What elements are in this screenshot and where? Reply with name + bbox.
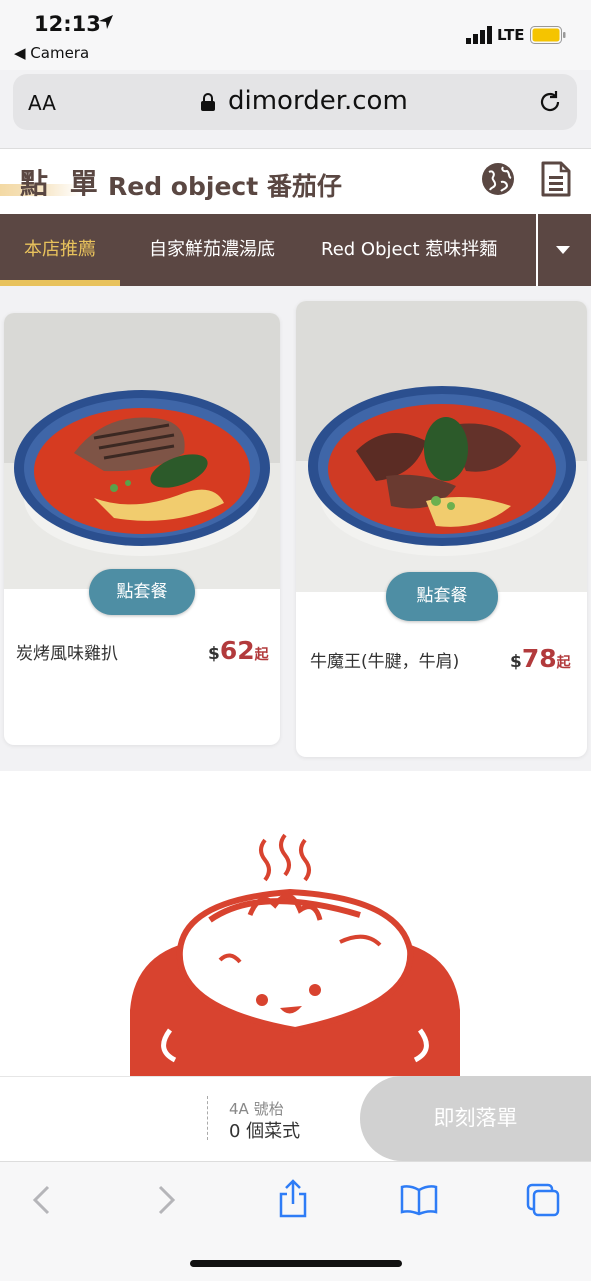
product-photo-chicken[interactable]: [4, 313, 280, 589]
price-suffix: 起: [254, 647, 269, 663]
home-indicator: [190, 1260, 402, 1267]
add-set-meal-button[interactable]: 點套餐: [386, 572, 498, 621]
order-list-icon[interactable]: [541, 161, 571, 197]
tabs-icon[interactable]: [526, 1183, 560, 1217]
status-time: 12:13: [34, 12, 101, 36]
product-name: 牛魔王(牛腱，牛肩): [310, 652, 460, 672]
network-type: LTE: [497, 26, 525, 44]
product-price: $62起: [208, 636, 269, 665]
currency-symbol: $: [510, 652, 522, 672]
product-photo-beef[interactable]: [296, 301, 587, 592]
product-name: 炭烤風味雞扒: [16, 644, 118, 664]
location-arrow-icon: [99, 15, 113, 29]
lock-icon: [201, 93, 215, 111]
active-tab-indicator: [0, 280, 120, 286]
share-icon[interactable]: [278, 1178, 308, 1218]
page-title: 點 單: [20, 167, 104, 200]
back-to-app-link[interactable]: ◀ Camera: [14, 44, 89, 62]
table-number: 4A 號枱: [229, 1100, 284, 1118]
price-suffix: 起: [556, 655, 571, 671]
product-card[interactable]: [296, 301, 587, 757]
tab-mixed-noodles[interactable]: Red Object 惹味拌麵: [321, 214, 497, 286]
back-arrow-icon[interactable]: [30, 1184, 52, 1216]
shop-name: Red object 番茄仔: [108, 172, 342, 201]
price-value: 78: [521, 644, 557, 673]
product-price: $78起: [510, 644, 571, 673]
product-card[interactable]: [4, 313, 280, 745]
text-size-button[interactable]: AA: [28, 91, 56, 115]
signal-icon: [466, 26, 492, 44]
battery-icon: [530, 26, 566, 44]
globe-language-icon[interactable]: [481, 162, 515, 196]
caret-down-icon[interactable]: [556, 246, 570, 254]
reload-icon[interactable]: [538, 90, 562, 114]
bookmarks-icon[interactable]: [400, 1184, 438, 1216]
currency-symbol: $: [208, 644, 220, 664]
cart-item-count[interactable]: 0 個菜式: [229, 1117, 300, 1143]
tab-recommended[interactable]: 本店推薦: [0, 214, 120, 286]
tab-tomato-soup[interactable]: 自家鮮茄濃湯底: [149, 214, 275, 286]
url-text[interactable]: dimorder.com: [228, 86, 408, 116]
tomato-bowl-mascot-icon: [130, 833, 460, 1076]
submit-order-button[interactable]: 即刻落單: [360, 1076, 591, 1161]
add-set-meal-button[interactable]: 點套餐: [89, 569, 195, 615]
price-value: 62: [219, 636, 255, 665]
divider: [207, 1096, 208, 1140]
forward-arrow-icon[interactable]: [156, 1184, 178, 1216]
